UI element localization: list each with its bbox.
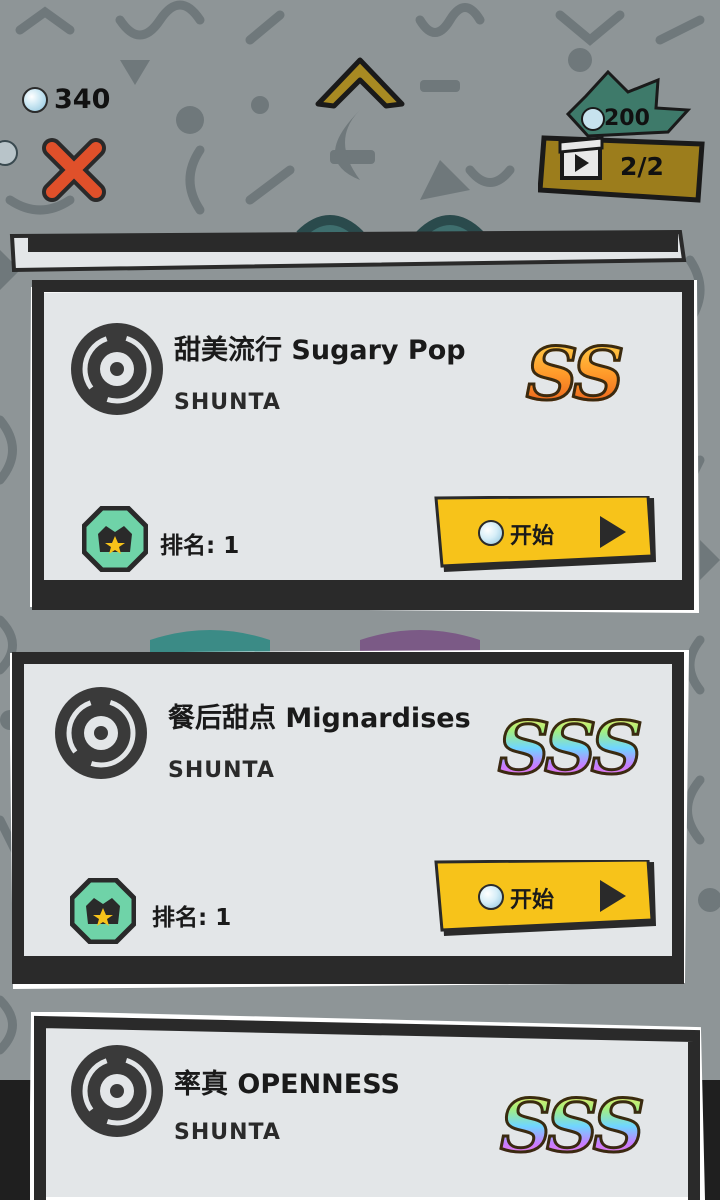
gem-icon bbox=[22, 86, 48, 113]
rank-crown-icon bbox=[70, 878, 136, 944]
grade-badge: SSS bbox=[499, 1083, 647, 1168]
gem-icon bbox=[478, 520, 504, 546]
song-title: 餐后甜点 Mignardises bbox=[168, 703, 471, 734]
grade-badge: SS bbox=[524, 331, 625, 416]
song-title: 甜美流行 Sugary Pop bbox=[174, 335, 466, 366]
start-button[interactable]: 开始 bbox=[434, 496, 660, 576]
start-label: 开始 bbox=[510, 888, 555, 913]
chevron-up-icon[interactable] bbox=[314, 56, 406, 110]
side-gem-icon bbox=[0, 140, 18, 166]
close-icon[interactable] bbox=[40, 136, 108, 204]
top-hud: 340 200 2/2 bbox=[0, 0, 720, 230]
song-title: 率真 OPENNESS bbox=[174, 1069, 400, 1100]
ad-cost-text: 200 bbox=[604, 106, 650, 131]
gem-counter: 340 bbox=[22, 84, 110, 115]
ad-count-text: 2/2 bbox=[620, 152, 664, 181]
rank-crown-icon bbox=[82, 506, 148, 572]
start-label: 开始 bbox=[510, 524, 555, 549]
grade-badge: SSS bbox=[497, 705, 645, 790]
song-card[interactable]: 餐后甜点 Mignardises SHUNTA SSS 排名: 1 开始 bbox=[10, 650, 690, 990]
disc-icon bbox=[71, 323, 163, 415]
video-ad-button[interactable] bbox=[538, 70, 708, 210]
rank-label: 排名: 1 bbox=[152, 905, 232, 931]
song-card[interactable]: 甜美流行 Sugary Pop SHUNTA SS 排名: 1 开始 bbox=[30, 280, 700, 620]
rank-label: 排名: 1 bbox=[160, 533, 240, 559]
gem-count: 340 bbox=[54, 84, 111, 115]
disc-icon bbox=[55, 687, 147, 779]
start-button[interactable]: 开始 bbox=[434, 860, 660, 940]
gem-icon bbox=[478, 884, 504, 910]
song-card[interactable]: 率真 OPENNESS SHUNTA SSS bbox=[30, 1012, 710, 1200]
disc-icon bbox=[71, 1045, 163, 1137]
song-artist: SHUNTA bbox=[168, 758, 275, 783]
song-artist: SHUNTA bbox=[174, 1120, 281, 1145]
song-artist: SHUNTA bbox=[174, 390, 281, 415]
